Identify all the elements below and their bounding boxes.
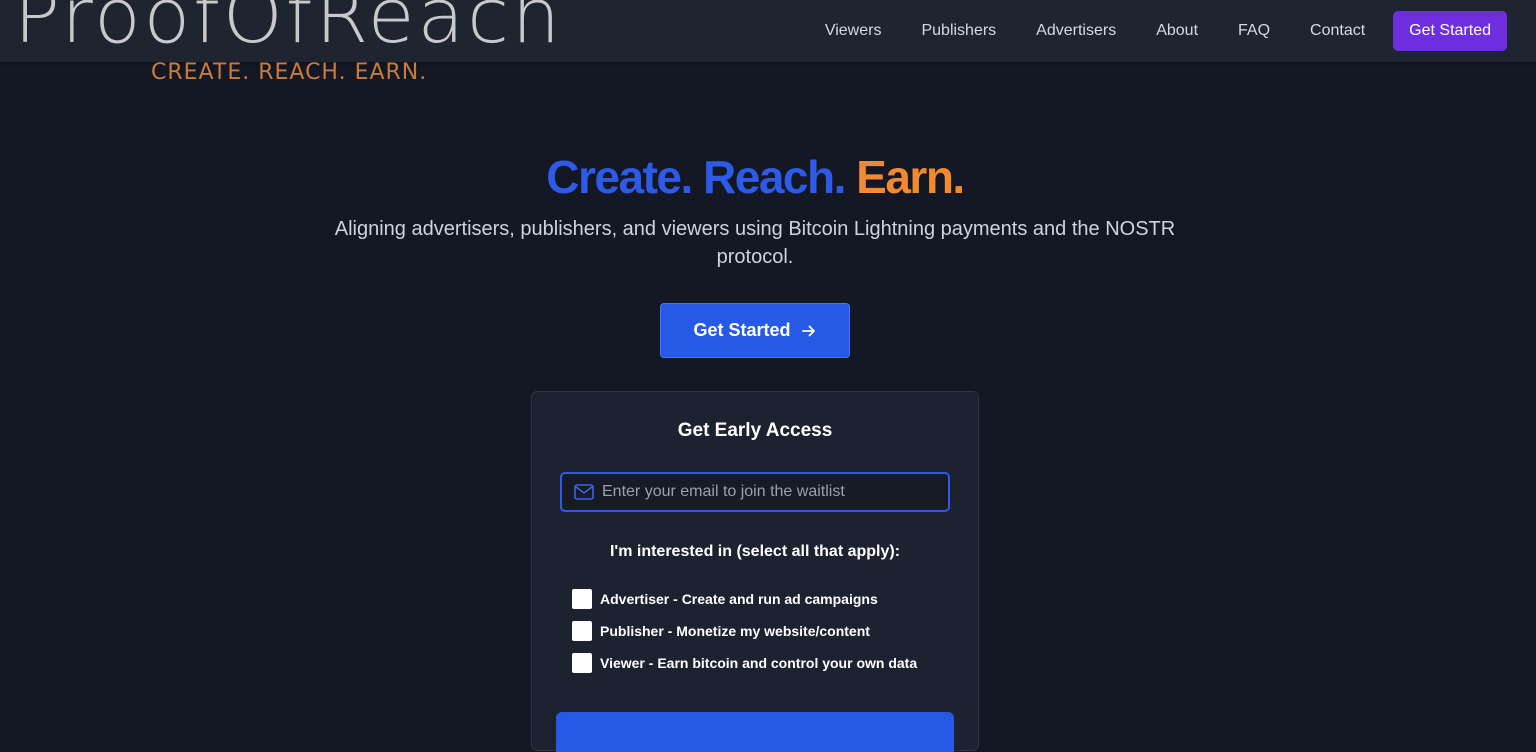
waitlist-submit-button[interactable] — [556, 712, 954, 752]
nav-get-started-button[interactable]: Get Started — [1393, 11, 1507, 51]
nav-link-contact[interactable]: Contact — [1310, 22, 1365, 40]
arrow-right-icon — [801, 325, 815, 336]
hero-title-create: Create. — [546, 151, 693, 203]
email-input[interactable] — [602, 474, 942, 510]
logo-wordmark[interactable]: ProofOfReach — [14, 0, 563, 54]
checkbox-viewer[interactable] — [572, 653, 592, 673]
option-publisher-label: Publisher - Monetize my website/content — [600, 623, 870, 639]
checkbox-publisher[interactable] — [572, 621, 592, 641]
mail-icon — [574, 484, 594, 500]
option-viewer[interactable]: Viewer - Earn bitcoin and control your o… — [572, 653, 917, 673]
nav-link-about[interactable]: About — [1156, 22, 1198, 40]
option-publisher[interactable]: Publisher - Monetize my website/content — [572, 621, 870, 641]
nav-link-faq[interactable]: FAQ — [1238, 22, 1270, 40]
nav-links: Viewers Publishers Advertisers About FAQ… — [785, 11, 1507, 51]
waitlist-title: Get Early Access — [677, 420, 833, 441]
hero-title-reach: Reach. — [703, 151, 846, 203]
email-field[interactable] — [560, 472, 950, 512]
nav-link-viewers[interactable]: Viewers — [825, 22, 882, 40]
interest-label: I'm interested in (select all that apply… — [609, 543, 901, 560]
option-viewer-label: Viewer - Earn bitcoin and control your o… — [600, 655, 918, 671]
checkbox-advertiser[interactable] — [572, 589, 592, 609]
waitlist-card: Get Early Access I'm interested in (sele… — [531, 391, 979, 752]
hero-get-started-button[interactable]: Get Started — [660, 303, 850, 358]
logo-tagline: CREATE. REACH. EARN. — [151, 60, 428, 85]
hero-button-label: Get Started — [693, 320, 791, 340]
navbar: ProofOfReach Viewers Publishers Advertis… — [0, 0, 1536, 62]
hero-title: Create. Reach. Earn. — [0, 150, 1510, 205]
option-advertiser[interactable]: Advertiser - Create and run ad campaigns — [572, 589, 878, 609]
hero-subtitle: Aligning advertisers, publishers, and vi… — [334, 218, 1176, 268]
hero-title-earn: Earn. — [856, 151, 965, 203]
nav-link-advertisers[interactable]: Advertisers — [1036, 22, 1116, 40]
nav-link-publishers[interactable]: Publishers — [921, 22, 996, 40]
option-advertiser-label: Advertiser - Create and run ad campaigns — [600, 591, 878, 607]
